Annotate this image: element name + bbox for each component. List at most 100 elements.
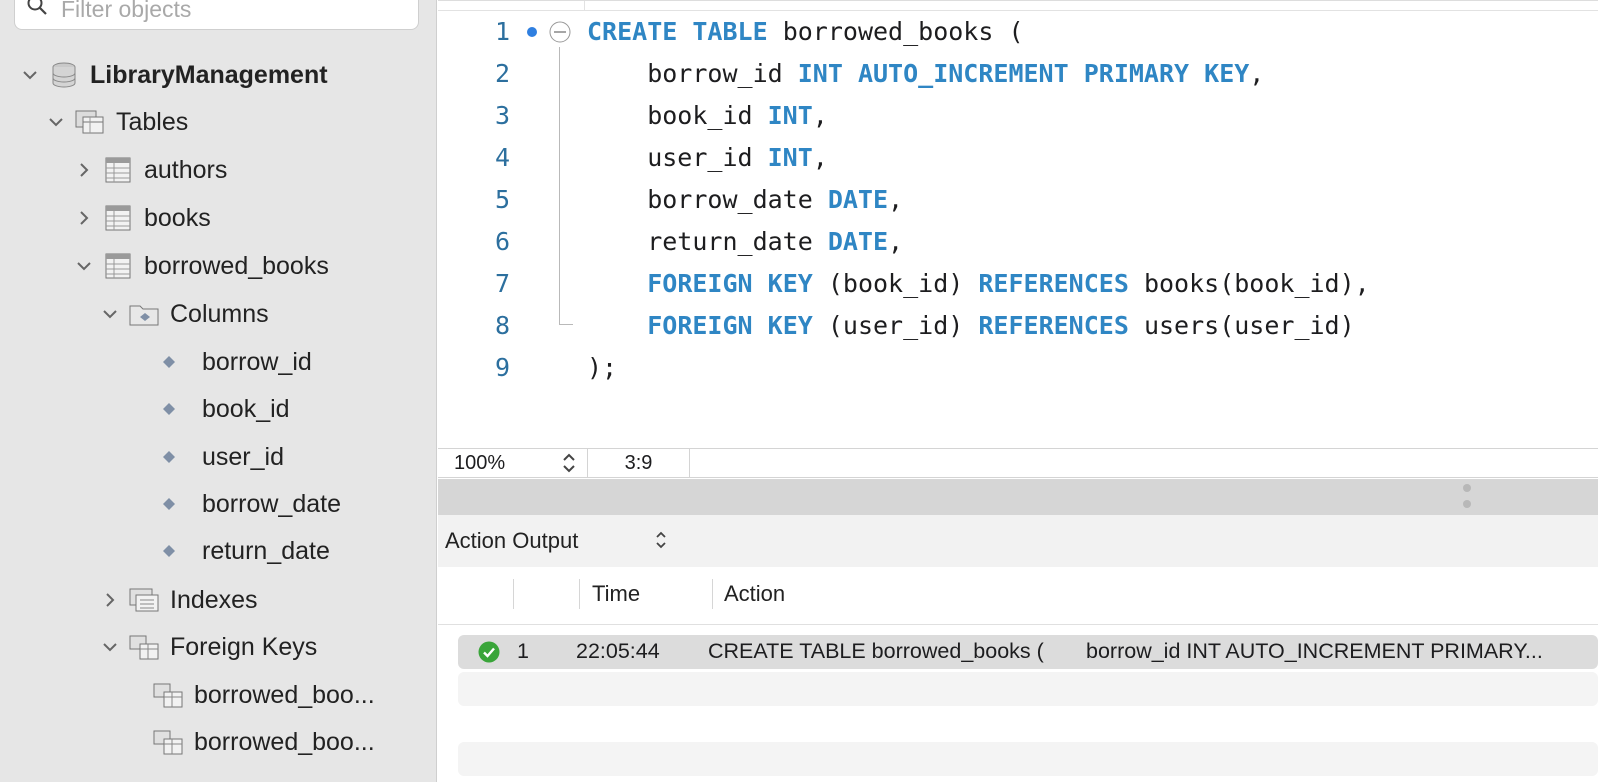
code-line[interactable]: 5 borrow_date DATE,: [438, 180, 1598, 220]
sql-keyword: FOREIGN: [647, 269, 753, 298]
table-name: borrowed_books: [144, 251, 329, 280]
code-text[interactable]: FOREIGN KEY (user_id) REFERENCES users(u…: [587, 306, 1354, 346]
table-icon: [105, 253, 131, 279]
line-number: 6: [494, 227, 510, 256]
zoom-selector[interactable]: 100%: [438, 449, 588, 477]
column-name: user_id: [202, 442, 284, 471]
tree-item-columns[interactable]: Columns: [102, 294, 269, 334]
code-line[interactable]: 6 return_date DATE,: [438, 222, 1598, 262]
code-text[interactable]: );: [587, 348, 617, 388]
chevron-down-icon[interactable]: [48, 114, 64, 130]
sql-keyword: KEY: [767, 269, 813, 298]
code-line[interactable]: 4 user_id INT,: [438, 138, 1598, 178]
sql-keyword: REFERENCES: [978, 269, 1129, 298]
column-diamond-icon: [163, 403, 175, 415]
column-header-time[interactable]: Time: [592, 581, 640, 607]
code-text[interactable]: CREATE TABLE borrowed_books (: [587, 12, 1024, 52]
row-number: 1: [517, 639, 529, 663]
sql-text: (user_id): [812, 311, 979, 340]
code-text[interactable]: borrow_id INT AUTO_INCREMENT PRIMARY KEY…: [587, 54, 1264, 94]
tree-item-foreign-key[interactable]: borrowed_boo...: [152, 675, 375, 715]
code-text[interactable]: FOREIGN KEY (book_id) REFERENCES books(b…: [587, 264, 1370, 304]
output-header[interactable]: Action Output: [438, 515, 1598, 567]
tree-item-table[interactable]: books: [76, 198, 211, 238]
column-divider[interactable]: [513, 579, 514, 609]
output-type-select[interactable]: Action Output: [445, 528, 578, 554]
output-row[interactable]: 1 22:05:44 CREATE TABLE borrowed_books (…: [458, 635, 1598, 669]
tree-item-column[interactable]: borrow_date: [160, 484, 341, 524]
tree-item-table[interactable]: authors: [76, 150, 227, 190]
column-name: borrow_date: [202, 489, 341, 518]
chevron-down-icon[interactable]: [22, 67, 38, 83]
tree-item-table[interactable]: borrowed_books: [76, 246, 329, 286]
sql-text: (book_id): [812, 269, 979, 298]
chevron-right-icon[interactable]: [102, 592, 118, 608]
column-diamond-icon: [163, 545, 175, 557]
sql-keyword: KEY: [1204, 59, 1250, 88]
empty-row: [458, 672, 1598, 706]
stepper-icon[interactable]: [654, 530, 668, 550]
tree-item-indexes[interactable]: Indexes: [102, 580, 258, 620]
tree-item-tables[interactable]: Tables: [48, 102, 188, 142]
tree-item-foreign-keys[interactable]: Foreign Keys: [102, 627, 317, 667]
sql-text: );: [587, 353, 618, 382]
chevron-right-icon[interactable]: [76, 162, 92, 178]
tree-item-schema[interactable]: LibraryManagement: [22, 55, 328, 95]
sql-text: ,: [812, 101, 828, 130]
sql-keyword: DATE: [827, 227, 889, 256]
sql-keyword: INT: [797, 59, 843, 88]
line-number: 7: [494, 269, 510, 298]
chevron-down-icon[interactable]: [102, 639, 118, 655]
line-number: 4: [494, 143, 510, 172]
sql-text: user_id: [587, 143, 768, 172]
line-number: 3: [494, 101, 510, 130]
code-line[interactable]: 9);: [438, 348, 1598, 388]
sql-text: borrow_id: [587, 59, 798, 88]
filter-box[interactable]: [14, 0, 419, 30]
code-text[interactable]: user_id INT,: [587, 138, 828, 178]
table-icon: [105, 157, 131, 183]
tree-item-column[interactable]: borrow_id: [160, 342, 312, 382]
chevron-down-icon[interactable]: [76, 258, 92, 274]
line-number: 5: [494, 185, 510, 214]
tables-label: Tables: [116, 107, 189, 136]
sql-keyword: DATE: [827, 185, 889, 214]
schema-sidebar: LibraryManagement Tables authors books b…: [0, 0, 437, 782]
sql-text: ,: [888, 227, 904, 256]
code-line[interactable]: 8 FOREIGN KEY (user_id) REFERENCES users…: [438, 306, 1598, 346]
sql-keyword: KEY: [767, 311, 813, 340]
code-line[interactable]: 1 CREATE TABLE borrowed_books (: [438, 12, 1598, 52]
sql-keyword: PRIMARY: [1083, 59, 1190, 88]
sql-editor[interactable]: 1 CREATE TABLE borrowed_books (2 borrow_i…: [438, 0, 1598, 448]
zoom-value: 100%: [454, 451, 506, 474]
empty-row: [458, 742, 1598, 776]
chevron-right-icon[interactable]: [76, 210, 92, 226]
column-diamond-icon: [163, 498, 175, 510]
tree-item-foreign-key[interactable]: borrowed_boo...: [152, 722, 375, 762]
code-text[interactable]: borrow_date DATE,: [587, 180, 903, 220]
tree-item-column[interactable]: return_date: [160, 531, 330, 571]
column-divider[interactable]: [712, 579, 713, 609]
filter-input[interactable]: [61, 0, 401, 23]
column-header-action[interactable]: Action: [724, 581, 785, 607]
chevron-down-icon[interactable]: [102, 306, 118, 322]
code-text[interactable]: book_id INT,: [587, 96, 828, 136]
code-line[interactable]: 2 borrow_id INT AUTO_INCREMENT PRIMARY K…: [438, 54, 1598, 94]
sql-text: ,: [812, 143, 828, 172]
tree-item-column[interactable]: book_id: [160, 389, 290, 429]
fold-collapse-icon[interactable]: [549, 21, 571, 43]
tree-item-column[interactable]: user_id: [160, 437, 284, 477]
foreign-key-icon: [153, 730, 183, 755]
code-line[interactable]: 7 FOREIGN KEY (book_id) REFERENCES books…: [438, 264, 1598, 304]
stepper-icon[interactable]: [561, 452, 577, 474]
panel-splitter[interactable]: [438, 479, 1598, 515]
column-diamond-icon: [163, 451, 175, 463]
code-line[interactable]: 3 book_id INT,: [438, 96, 1598, 136]
column-divider[interactable]: [579, 579, 580, 609]
sql-text: return_date: [587, 227, 828, 256]
code-text[interactable]: return_date DATE,: [587, 222, 903, 262]
sql-keyword: INT: [767, 143, 813, 172]
drag-handle-icon[interactable]: [1462, 483, 1472, 511]
